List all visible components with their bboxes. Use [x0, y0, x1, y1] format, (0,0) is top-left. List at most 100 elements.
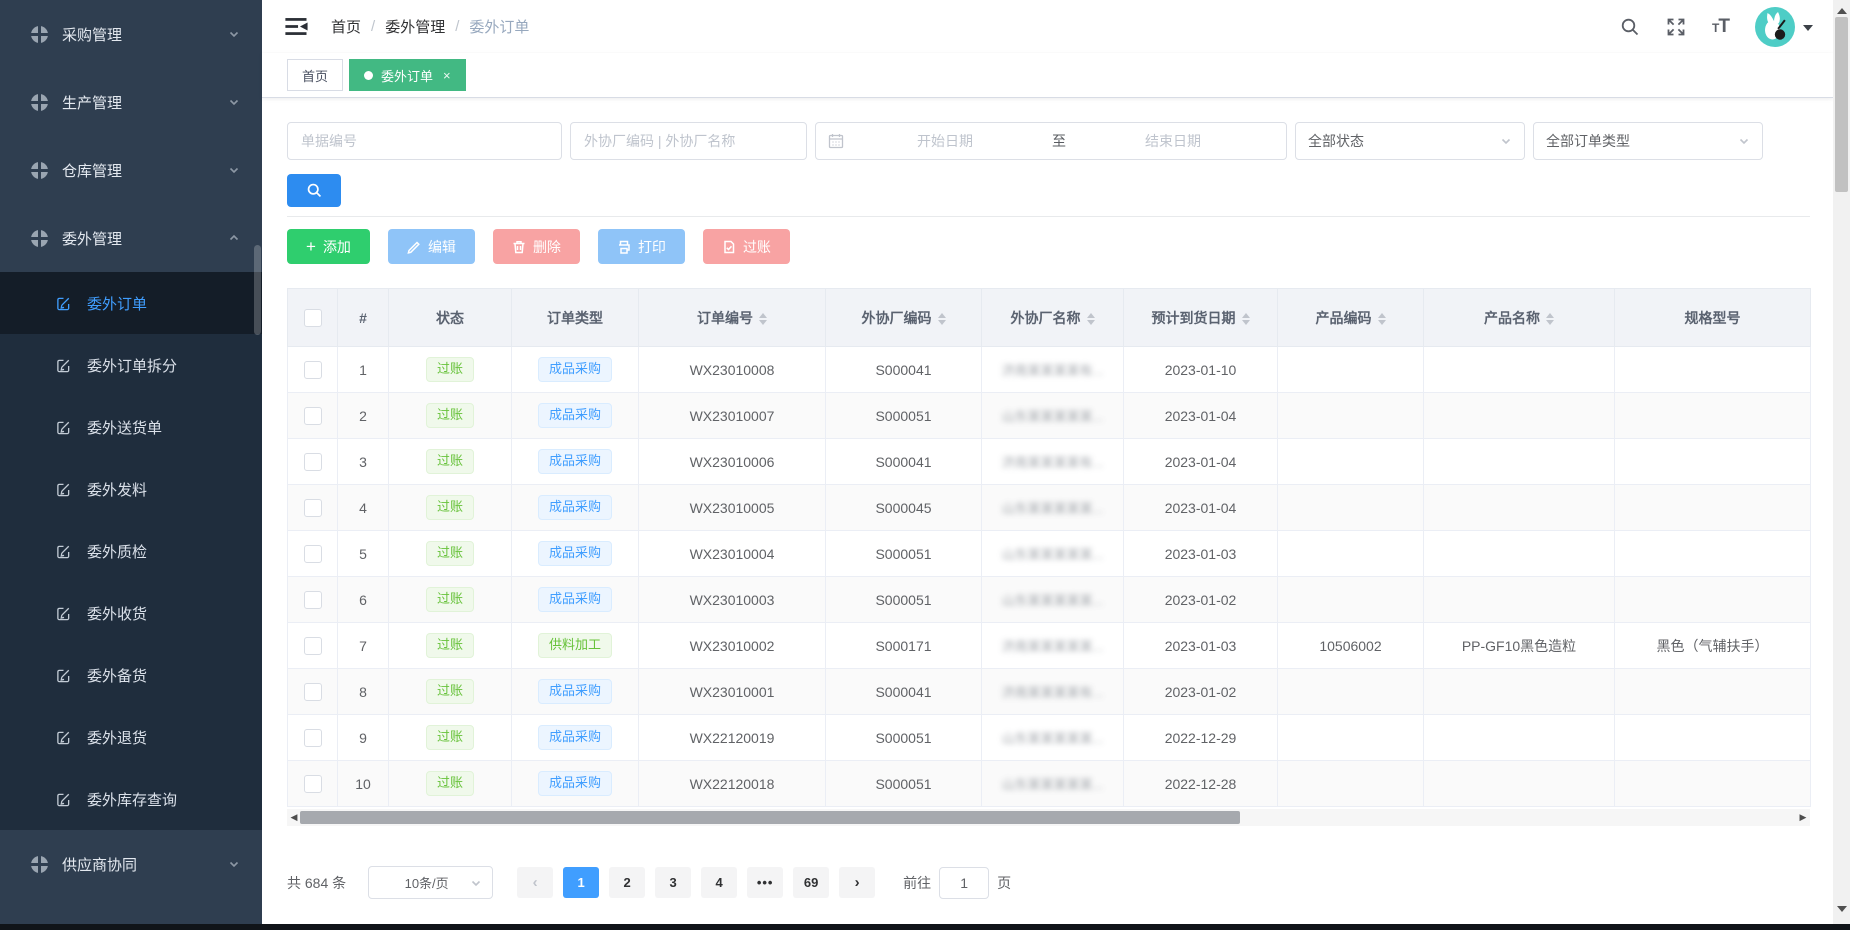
col-expected-date[interactable]: 预计到货日期	[1124, 289, 1278, 347]
status-badge: 过账	[426, 725, 474, 750]
table-row[interactable]: 1 过账 成品采购 WX23010008 S000041 济南某某某某有... …	[288, 347, 1811, 393]
prev-page-button[interactable]: ‹	[517, 867, 553, 898]
order-no-cell: WX23010008	[639, 347, 826, 393]
table-row[interactable]: 10 过账 成品采购 WX22120018 S000051 山东某某某某某...…	[288, 761, 1811, 807]
breadcrumb-home[interactable]: 首页	[331, 16, 361, 37]
sidebar-item-outsourcing[interactable]: 委外管理	[0, 204, 262, 272]
sort-icon[interactable]	[1378, 313, 1386, 325]
button-label: 过账	[743, 237, 771, 257]
table-row[interactable]: 2 过账 成品采购 WX23010007 S000051 山东某某某某某... …	[288, 393, 1811, 439]
row-index: 5	[338, 531, 389, 577]
delete-button[interactable]: 删除	[493, 229, 580, 264]
row-checkbox[interactable]	[304, 729, 322, 747]
sort-icon[interactable]	[1546, 313, 1554, 325]
scroll-down-icon[interactable]	[1837, 906, 1847, 917]
sidebar-subitem-outsourcing-order[interactable]: 委外订单	[0, 272, 262, 334]
horizontal-scrollbar-thumb[interactable]	[300, 811, 1240, 824]
sort-icon[interactable]	[759, 313, 767, 325]
sort-icon[interactable]	[1242, 313, 1250, 325]
page-button-3[interactable]: 3	[655, 867, 691, 898]
table-row[interactable]: 9 过账 成品采购 WX22120019 S000051 山东某某某某某... …	[288, 715, 1811, 761]
sidebar-subitem-delivery-note[interactable]: 委外送货单	[0, 396, 262, 458]
row-checkbox[interactable]	[304, 637, 322, 655]
page-button-1[interactable]: 1	[563, 867, 599, 898]
col-order-no[interactable]: 订单编号	[639, 289, 826, 347]
row-checkbox[interactable]	[304, 407, 322, 425]
scroll-up-icon[interactable]	[1837, 3, 1847, 14]
supplier-search-input[interactable]	[570, 122, 807, 160]
sidebar-item-supplier-collab[interactable]: 供应商协同	[0, 830, 262, 898]
col-supplier-code[interactable]: 外协厂编码	[826, 289, 982, 347]
sort-icon[interactable]	[938, 313, 946, 325]
user-menu[interactable]	[1755, 7, 1813, 47]
page-button-2[interactable]: 2	[609, 867, 645, 898]
table-row[interactable]: 8 过账 成品采购 WX23010001 S000041 济南某某某某有... …	[288, 669, 1811, 715]
table-row[interactable]: 6 过账 成品采购 WX23010003 S000051 山东某某某某某... …	[288, 577, 1811, 623]
sidebar-subitem-quality-check[interactable]: 委外质检	[0, 520, 262, 582]
row-checkbox[interactable]	[304, 453, 322, 471]
end-date-placeholder[interactable]: 结束日期	[1072, 131, 1274, 151]
tab-home[interactable]: 首页	[287, 59, 343, 91]
col-product-name[interactable]: 产品名称	[1424, 289, 1615, 347]
tab-outsourcing-order[interactable]: 委外订单 ×	[349, 59, 466, 91]
more-pages-button[interactable]: •••	[747, 867, 783, 898]
page-size-select[interactable]: 10条/页	[368, 866, 493, 899]
order-type-select[interactable]: 全部订单类型	[1533, 122, 1763, 160]
edit-button[interactable]: 编辑	[388, 229, 475, 264]
sidebar-subitem-inventory-query[interactable]: 委外库存查询	[0, 768, 262, 830]
goto-page-input[interactable]	[939, 867, 989, 899]
sidebar-scrollbar-thumb[interactable]	[254, 245, 261, 335]
order-no-cell: WX23010007	[639, 393, 826, 439]
sidebar-item-purchase[interactable]: 采购管理	[0, 0, 262, 68]
sort-icon[interactable]	[1087, 313, 1095, 325]
vertical-scrollbar-thumb[interactable]	[1835, 17, 1848, 192]
row-checkbox[interactable]	[304, 775, 322, 793]
next-page-button[interactable]: ›	[839, 867, 875, 898]
avatar[interactable]	[1755, 7, 1795, 47]
row-checkbox[interactable]	[304, 499, 322, 517]
page-button-last[interactable]: 69	[793, 867, 829, 898]
table-row[interactable]: 4 过账 成品采购 WX23010005 S000045 山东某某某某某... …	[288, 485, 1811, 531]
page-button-4[interactable]: 4	[701, 867, 737, 898]
bill-no-input[interactable]	[287, 122, 562, 160]
font-size-icon[interactable]: TT	[1712, 16, 1729, 38]
sidebar-item-production[interactable]: 生产管理	[0, 68, 262, 136]
table-row[interactable]: 5 过账 成品采购 WX23010004 S000051 山东某某某某某... …	[288, 531, 1811, 577]
sidebar-subitem-returns[interactable]: 委外退货	[0, 706, 262, 768]
col-product-code[interactable]: 产品编码	[1278, 289, 1424, 347]
table-row[interactable]: 3 过账 成品采购 WX23010006 S000041 济南某某某某有... …	[288, 439, 1811, 485]
sidebar-subitem-order-split[interactable]: 委外订单拆分	[0, 334, 262, 396]
status-select[interactable]: 全部状态	[1295, 122, 1525, 160]
table-row[interactable]: 7 过账 供料加工 WX23010002 S000171 济南某某某某某... …	[288, 623, 1811, 669]
search-icon[interactable]	[1620, 17, 1640, 37]
close-tab-icon[interactable]: ×	[443, 68, 451, 83]
sidebar-subitem-receiving[interactable]: 委外收货	[0, 582, 262, 644]
fullscreen-icon[interactable]	[1666, 17, 1686, 37]
date-range-picker[interactable]: 开始日期 至 结束日期	[815, 122, 1287, 160]
row-checkbox[interactable]	[304, 361, 322, 379]
chevron-down-icon	[470, 877, 482, 889]
browser-vertical-scrollbar[interactable]	[1833, 0, 1850, 925]
edit-icon	[56, 482, 71, 497]
start-date-placeholder[interactable]: 开始日期	[844, 131, 1046, 151]
search-button[interactable]	[287, 174, 341, 207]
select-all-checkbox[interactable]	[304, 309, 322, 327]
print-button[interactable]: 打印	[598, 229, 685, 264]
row-checkbox[interactable]	[304, 683, 322, 701]
status-badge: 过账	[426, 449, 474, 474]
row-checkbox[interactable]	[304, 545, 322, 563]
scroll-right-icon[interactable]: ▶	[1796, 809, 1810, 826]
sidebar-subitem-material-issue[interactable]: 委外发料	[0, 458, 262, 520]
breadcrumb-section[interactable]: 委外管理	[385, 16, 445, 37]
add-button[interactable]: + 添加	[287, 229, 370, 264]
post-button[interactable]: 过账	[703, 229, 790, 264]
sidebar-subitem-stock-prep[interactable]: 委外备货	[0, 644, 262, 706]
col-supplier-name[interactable]: 外协厂名称	[982, 289, 1124, 347]
scroll-left-icon[interactable]: ◀	[287, 809, 301, 826]
collapse-sidebar-icon[interactable]	[285, 17, 309, 36]
row-checkbox[interactable]	[304, 591, 322, 609]
chevron-down-icon	[1500, 135, 1512, 147]
sidebar-item-warehouse[interactable]: 仓库管理	[0, 136, 262, 204]
order-no-cell: WX23010001	[639, 669, 826, 715]
table-horizontal-scrollbar[interactable]: ◀ ▶	[287, 809, 1810, 826]
